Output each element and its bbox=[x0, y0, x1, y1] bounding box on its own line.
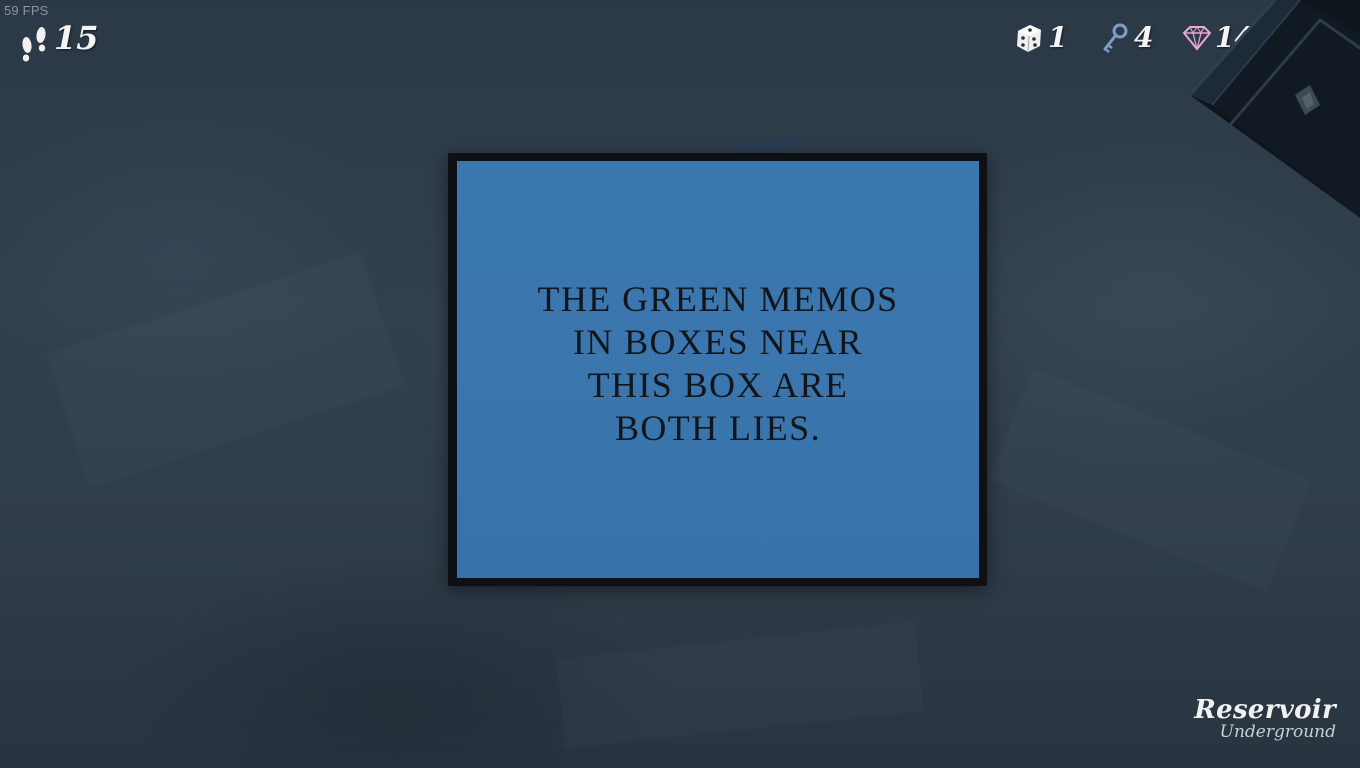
dice-counter: 1 bbox=[1014, 18, 1067, 58]
steps-count: 15 bbox=[54, 19, 99, 57]
dice-count: 1 bbox=[1048, 21, 1068, 54]
game-scene: 59 FPS 15 1 4 14 THE GREEN MEMOS IN BOXE… bbox=[0, 0, 1360, 768]
fps-counter: 59 FPS bbox=[4, 3, 49, 18]
memo-card: THE GREEN MEMOS IN BOXES NEAR THIS BOX A… bbox=[448, 153, 987, 586]
memo-text: THE GREEN MEMOS IN BOXES NEAR THIS BOX A… bbox=[537, 279, 899, 448]
floor-shading bbox=[46, 252, 404, 488]
keys-count: 4 bbox=[1134, 21, 1154, 54]
logo-subtitle: Underground bbox=[1219, 722, 1336, 743]
dice-icon bbox=[1014, 22, 1046, 54]
floor-shading bbox=[988, 368, 1312, 592]
memo-paper: THE GREEN MEMOS IN BOXES NEAR THIS BOX A… bbox=[457, 161, 979, 578]
floor-shading bbox=[556, 621, 924, 749]
footsteps-icon bbox=[18, 22, 50, 62]
game-logo: Reservoir Underground bbox=[1194, 697, 1336, 742]
treasure-chest bbox=[1170, 0, 1360, 230]
keys-counter: 4 bbox=[1100, 18, 1153, 58]
logo-title: Reservoir bbox=[1194, 695, 1336, 726]
steps-counter: 15 bbox=[18, 18, 99, 62]
key-icon bbox=[1100, 22, 1132, 54]
